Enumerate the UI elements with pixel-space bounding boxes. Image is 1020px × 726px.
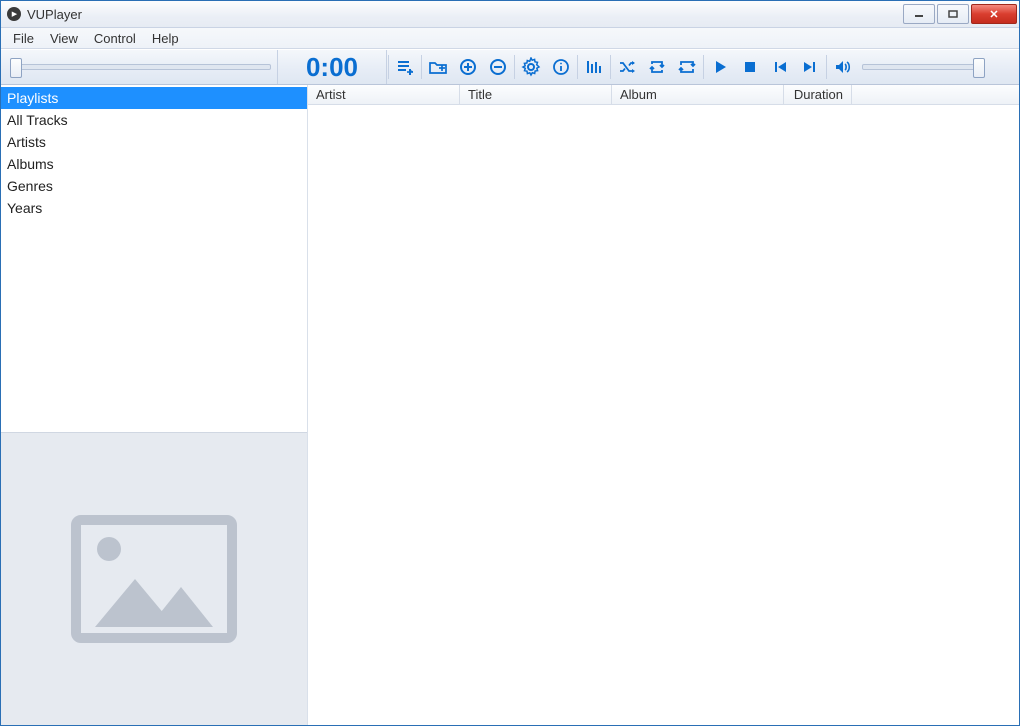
- menu-view[interactable]: View: [42, 28, 86, 48]
- library-tree[interactable]: Playlists All Tracks Artists Albums Genr…: [1, 85, 307, 432]
- settings-icon[interactable]: [516, 50, 546, 84]
- content-area: Playlists All Tracks Artists Albums Genr…: [1, 85, 1019, 725]
- equalizer-icon[interactable]: [579, 50, 609, 84]
- column-filler: [852, 85, 1019, 104]
- volume-thumb[interactable]: [973, 58, 985, 78]
- menu-file[interactable]: File: [5, 28, 42, 48]
- tree-item-years[interactable]: Years: [1, 197, 307, 219]
- add-folder-icon[interactable]: [423, 50, 453, 84]
- close-button[interactable]: ✕: [971, 4, 1017, 24]
- seek-slider[interactable]: [5, 50, 277, 84]
- menubar: File View Control Help: [1, 28, 1019, 49]
- list-body[interactable]: [308, 105, 1019, 725]
- volume-slider[interactable]: [862, 64, 984, 70]
- tree-item-genres[interactable]: Genres: [1, 175, 307, 197]
- list-header[interactable]: Artist Title Album Duration: [308, 85, 1019, 105]
- track-list[interactable]: Artist Title Album Duration: [308, 85, 1019, 725]
- app-window: VUPlayer ✕ File View Control Help 0:00 *: [0, 0, 1020, 726]
- tree-item-artists[interactable]: Artists: [1, 131, 307, 153]
- stop-icon[interactable]: [735, 50, 765, 84]
- remove-icon[interactable]: [483, 50, 513, 84]
- previous-icon[interactable]: [765, 50, 795, 84]
- svg-text:*: *: [410, 69, 413, 77]
- shuffle-icon[interactable]: [612, 50, 642, 84]
- next-icon[interactable]: [795, 50, 825, 84]
- repeat-icon[interactable]: [672, 50, 702, 84]
- tree-item-playlists[interactable]: Playlists: [1, 87, 307, 109]
- toolbar: 0:00 *: [1, 49, 1019, 85]
- column-title[interactable]: Title: [460, 85, 612, 104]
- menu-help[interactable]: Help: [144, 28, 187, 48]
- volume-icon[interactable]: [828, 50, 858, 84]
- tree-item-all-tracks[interactable]: All Tracks: [1, 109, 307, 131]
- app-icon: [7, 7, 21, 21]
- tree-item-albums[interactable]: Albums: [1, 153, 307, 175]
- minimize-button[interactable]: [903, 4, 935, 24]
- menu-control[interactable]: Control: [86, 28, 144, 48]
- image-placeholder-icon: [71, 515, 237, 643]
- column-artist[interactable]: Artist: [308, 85, 460, 104]
- window-title: VUPlayer: [27, 7, 82, 22]
- play-icon[interactable]: [705, 50, 735, 84]
- column-duration[interactable]: Duration: [784, 85, 852, 104]
- time-display: 0:00: [277, 50, 387, 84]
- add-icon[interactable]: [453, 50, 483, 84]
- playlist-icon[interactable]: *: [390, 50, 420, 84]
- seek-thumb[interactable]: [10, 58, 22, 78]
- column-album[interactable]: Album: [612, 85, 784, 104]
- maximize-button[interactable]: [937, 4, 969, 24]
- info-icon[interactable]: [546, 50, 576, 84]
- repeat-one-icon[interactable]: [642, 50, 672, 84]
- left-column: Playlists All Tracks Artists Albums Genr…: [1, 85, 308, 725]
- album-art-panel: [1, 432, 307, 725]
- titlebar[interactable]: VUPlayer ✕: [1, 1, 1019, 28]
